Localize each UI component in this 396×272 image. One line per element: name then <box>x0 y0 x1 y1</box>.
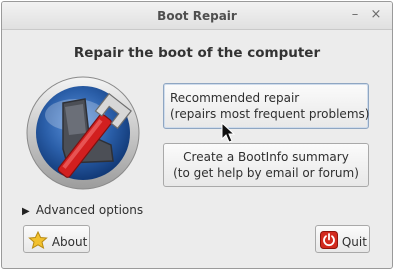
advanced-options-expander[interactable]: ▶ Advanced options <box>22 203 143 217</box>
minimize-button[interactable]: – <box>347 7 363 23</box>
quit-label: Quit <box>341 235 367 249</box>
quit-button[interactable]: Quit <box>315 225 370 253</box>
power-icon <box>320 231 338 253</box>
recommended-repair-label: Recommended repair <box>170 91 300 105</box>
bootinfo-summary-sublabel: (to get help by email or forum) <box>173 166 359 180</box>
about-button[interactable]: About <box>23 225 90 253</box>
close-button[interactable]: × <box>368 7 384 23</box>
boot-repair-logo <box>26 76 140 190</box>
about-label: About <box>51 235 88 249</box>
window-title: Boot Repair <box>157 9 237 23</box>
bootinfo-summary-label: Create a BootInfo summary <box>183 150 349 164</box>
title-bar[interactable]: Boot Repair – × <box>2 2 392 30</box>
recommended-repair-button[interactable]: Recommended repair (repairs most frequen… <box>163 83 369 129</box>
star-icon <box>28 230 48 253</box>
expand-triangle-icon: ▶ <box>22 206 30 217</box>
mouse-pointer-icon <box>221 122 235 143</box>
bootinfo-summary-button[interactable]: Create a BootInfo summary (to get help b… <box>163 143 369 187</box>
recommended-repair-sublabel: (repairs most frequent problems) <box>170 107 370 121</box>
advanced-options-label: Advanced options <box>35 203 144 217</box>
page-heading: Repair the boot of the computer <box>73 45 321 61</box>
boot-repair-window: Boot Repair – × Repair the boot of the c… <box>1 1 393 269</box>
